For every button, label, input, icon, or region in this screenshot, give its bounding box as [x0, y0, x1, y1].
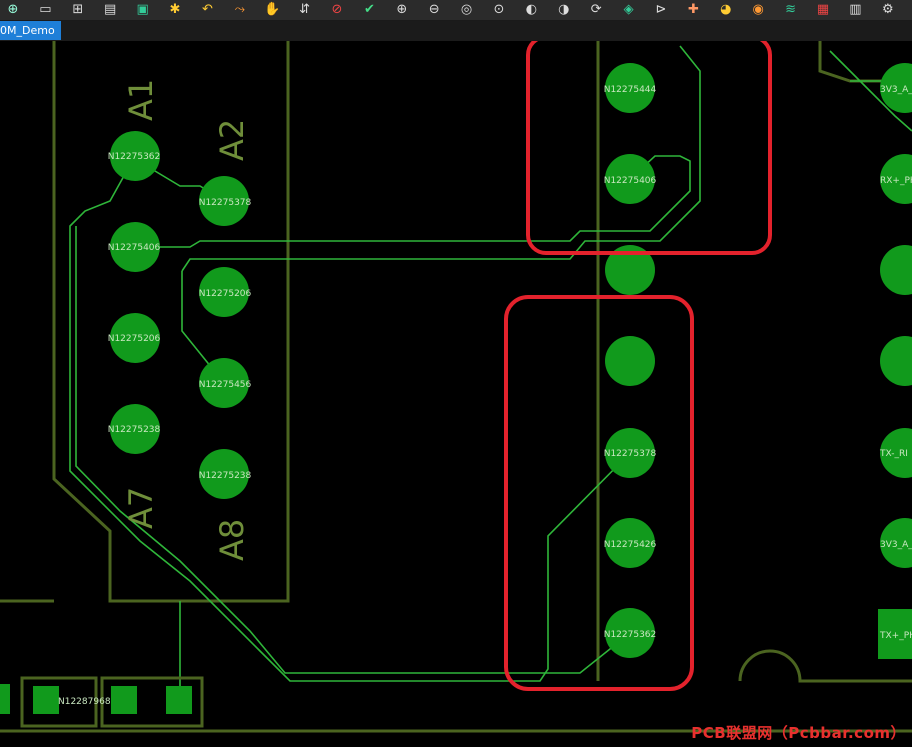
align-icon[interactable]: ⇵ [296, 2, 314, 18]
pad-label: N12275206 [199, 289, 252, 299]
settings-icon[interactable]: ⚙ [879, 2, 897, 18]
pad-label: N12287968 [58, 697, 111, 707]
pad-label: RX+_PH [880, 176, 912, 186]
bottom-footprints: N12287968 [0, 676, 204, 728]
pad[interactable] [605, 336, 655, 386]
silk-label-a7: A7 [122, 487, 160, 529]
component-icon[interactable]: ▣ [134, 2, 152, 18]
color-wheel-icon[interactable]: ◕ [717, 2, 735, 18]
camera-icon[interactable]: ◉ [749, 2, 767, 18]
pad-label: N12275362 [604, 630, 657, 640]
pcb-canvas[interactable]: A1 A2 A7 A8 N12275362 N12275406 N1227520… [0, 41, 912, 747]
add-schematic-icon[interactable]: ⊕ [4, 2, 22, 18]
zoom-out-icon[interactable]: ⊖ [425, 2, 443, 18]
zoom-in-icon[interactable]: ⊕ [393, 2, 411, 18]
smd-pad[interactable] [33, 686, 59, 714]
pad[interactable] [880, 245, 912, 295]
pad-label: N12275456 [199, 380, 252, 390]
smd-pad[interactable] [111, 686, 137, 714]
pad-label: N12275444 [604, 85, 657, 95]
zoom-fit-icon[interactable]: ◎ [458, 2, 476, 18]
center-pads [605, 63, 655, 658]
pad-label: N12275238 [108, 425, 161, 435]
add-board-icon[interactable]: ▭ [36, 2, 54, 18]
add-document-icon[interactable]: ▤ [101, 2, 119, 18]
pad-label: N12275206 [108, 334, 161, 344]
silk-label-a8: A8 [213, 519, 251, 561]
smd-pad[interactable] [166, 686, 192, 714]
smd-pad[interactable] [0, 684, 10, 714]
refresh-icon[interactable]: ⟳ [587, 2, 605, 18]
hand-icon[interactable]: ✋ [263, 2, 281, 18]
add-part-icon[interactable]: ⊞ [69, 2, 87, 18]
grid-icon[interactable]: ▦ [814, 2, 832, 18]
pad-label: N12275238 [199, 471, 252, 481]
pad-label: 3V3_A_E [880, 85, 912, 95]
pad-label: N12275406 [108, 243, 161, 253]
zoom-next-icon[interactable]: ◑ [555, 2, 573, 18]
no-drc-icon[interactable]: ⊘ [328, 2, 346, 18]
pad-label: N12275378 [199, 198, 252, 208]
tab-strip [0, 21, 912, 41]
table-icon[interactable]: ▥ [846, 2, 864, 18]
watermark: PCB联盟网（Pcbbar.com） [691, 724, 906, 742]
pad-label: TX+_PH [879, 631, 912, 641]
right-pads [878, 63, 912, 659]
layers-stack-icon[interactable]: ≋ [782, 2, 800, 18]
chip-icon[interactable]: ✱ [166, 2, 184, 18]
route-icon[interactable]: ⤳ [231, 2, 249, 18]
pad-label: N12275426 [604, 540, 657, 550]
pad-label: TX-_RI [879, 449, 908, 459]
document-tab[interactable]: 0M_Demo [0, 21, 61, 40]
document-tab-label: 0M_Demo [0, 24, 55, 37]
silk-label-a1: A1 [122, 79, 160, 121]
layer-icon[interactable]: ◈ [620, 2, 638, 18]
pad-label: N12275406 [604, 176, 657, 186]
silk-label-a2: A2 [213, 119, 251, 161]
traces [69, 45, 912, 693]
zoom-area-icon[interactable]: ⊙ [490, 2, 508, 18]
undo-icon[interactable]: ↶ [198, 2, 216, 18]
pad-label: 3V3_A_E [880, 540, 912, 550]
pad[interactable] [880, 336, 912, 386]
zoom-prev-icon[interactable]: ◐ [522, 2, 540, 18]
pad-label: N12275362 [108, 152, 161, 162]
pad-label: N12275378 [604, 449, 657, 459]
toolbar: ⊕ ▭ ⊞ ▤ ▣ ✱ ↶ ⤳ ✋ ⇵ ⊘ ✔ ⊕ ⊖ ◎ ⊙ ◐ ◑ ⟳ ◈ ⊳ ✚ ◕ ◉ ≋ ▦ ▥ ⚙ [0, 0, 912, 21]
measure-icon[interactable]: ⊳ [652, 2, 670, 18]
drc-check-icon[interactable]: ✔ [360, 2, 378, 18]
highlight-icon[interactable]: ✚ [684, 2, 702, 18]
